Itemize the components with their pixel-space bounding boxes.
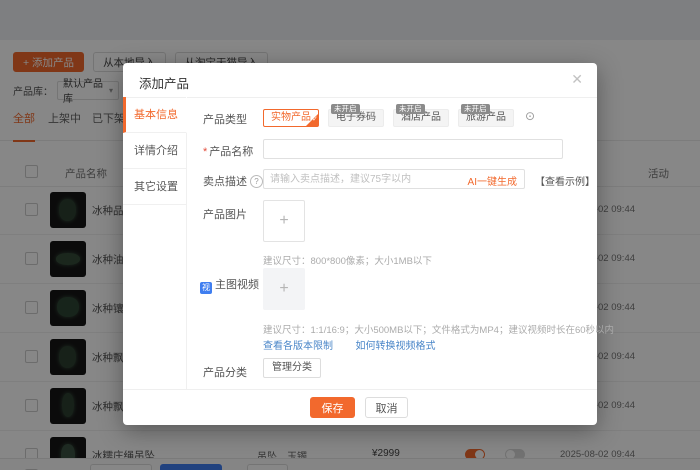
modal-header: 添加产品 ✕ [123,63,597,98]
type-travel-button[interactable]: 旅游产品 未开启 [458,104,514,127]
upload-plus-icon: + [279,280,289,297]
version-limits-link[interactable]: 查看各版本限制 [263,341,333,352]
type-hotel-button[interactable]: 酒店产品 未开启 [393,104,449,127]
upload-plus-icon: + [279,212,289,229]
product-name-label: * 产品名称 [203,146,254,158]
type-evoucher-button[interactable]: 电子券码 未开启 [328,104,384,127]
video-links: 查看各版本限制 如何转换视频格式 [263,336,453,354]
convert-format-link[interactable]: 如何转换视频格式 [355,341,435,352]
help-icon[interactable]: ? [250,175,263,188]
image-size-hint: 建议尺寸：800*800像素；大小1MB以下 [263,256,432,267]
not-enabled-badge: 未开启 [331,104,360,114]
modal-footer: 保存 取消 [123,389,597,425]
modal-title: 添加产品 [139,77,190,91]
required-asterisk: * [203,146,208,158]
cancel-button[interactable]: 取消 [365,397,408,418]
product-name-input[interactable] [263,139,563,159]
modal-tab-details[interactable]: 详情介绍 [123,133,187,169]
not-enabled-badge: 未开启 [396,104,425,114]
view-example-link[interactable]: 【查看示例】 [535,173,595,188]
product-image-label: 产品图片 [203,209,247,221]
selling-point-wrap: AI一键生成 [263,169,525,189]
modal-body: 基本信息 详情介绍 其它设置 产品类型 实物产品电子券码未开启酒店产品未开启旅游… [123,97,614,390]
modal-tab-basic-info[interactable]: 基本信息 [123,97,187,133]
close-icon[interactable]: ✕ [571,71,583,88]
type-physical-button[interactable]: 实物产品 [263,109,319,128]
not-enabled-badge: 未开启 [461,104,490,114]
video-size-hint: 建议尺寸：1:1/16:9；大小500MB以下；文件格式为MP4；建议视频时长在… [263,325,615,336]
modal-tab-other-settings[interactable]: 其它设置 [123,169,187,205]
modal-sidebar-filler [123,205,187,390]
add-product-modal: 添加产品 ✕ 基本信息 详情介绍 其它设置 产品类型 实物产品电子券码未开启酒店… [123,63,614,425]
main-video-label: 视主图视频 [200,279,259,294]
ai-generate-link[interactable]: AI一键生成 [468,173,517,188]
video-badge-icon: 视 [200,282,212,294]
product-category-label: 产品分类 [203,367,247,379]
modal-sidebar: 基本信息 详情介绍 其它设置 [123,97,187,390]
manage-category-button[interactable]: 管理分类 [263,358,321,378]
product-type-options: 实物产品电子券码未开启酒店产品未开启旅游产品未开启 ⊙ [263,104,535,128]
image-upload-box[interactable]: + [263,200,305,242]
modal-form: 产品类型 实物产品电子券码未开启酒店产品未开启旅游产品未开启 ⊙ *产品名称 卖点… [187,97,614,390]
eye-icon[interactable]: ⊙ [525,109,535,123]
save-button[interactable]: 保存 [310,397,355,418]
product-type-label: 产品类型 [203,114,247,126]
video-upload-box[interactable]: + [263,268,305,310]
selling-point-label: 卖点描述? [203,173,263,189]
screen: + 添加产品 从本地导入 从淘宝天猫导入 产品库： 默认产品库 ▾ 产品名称： … [0,0,700,470]
